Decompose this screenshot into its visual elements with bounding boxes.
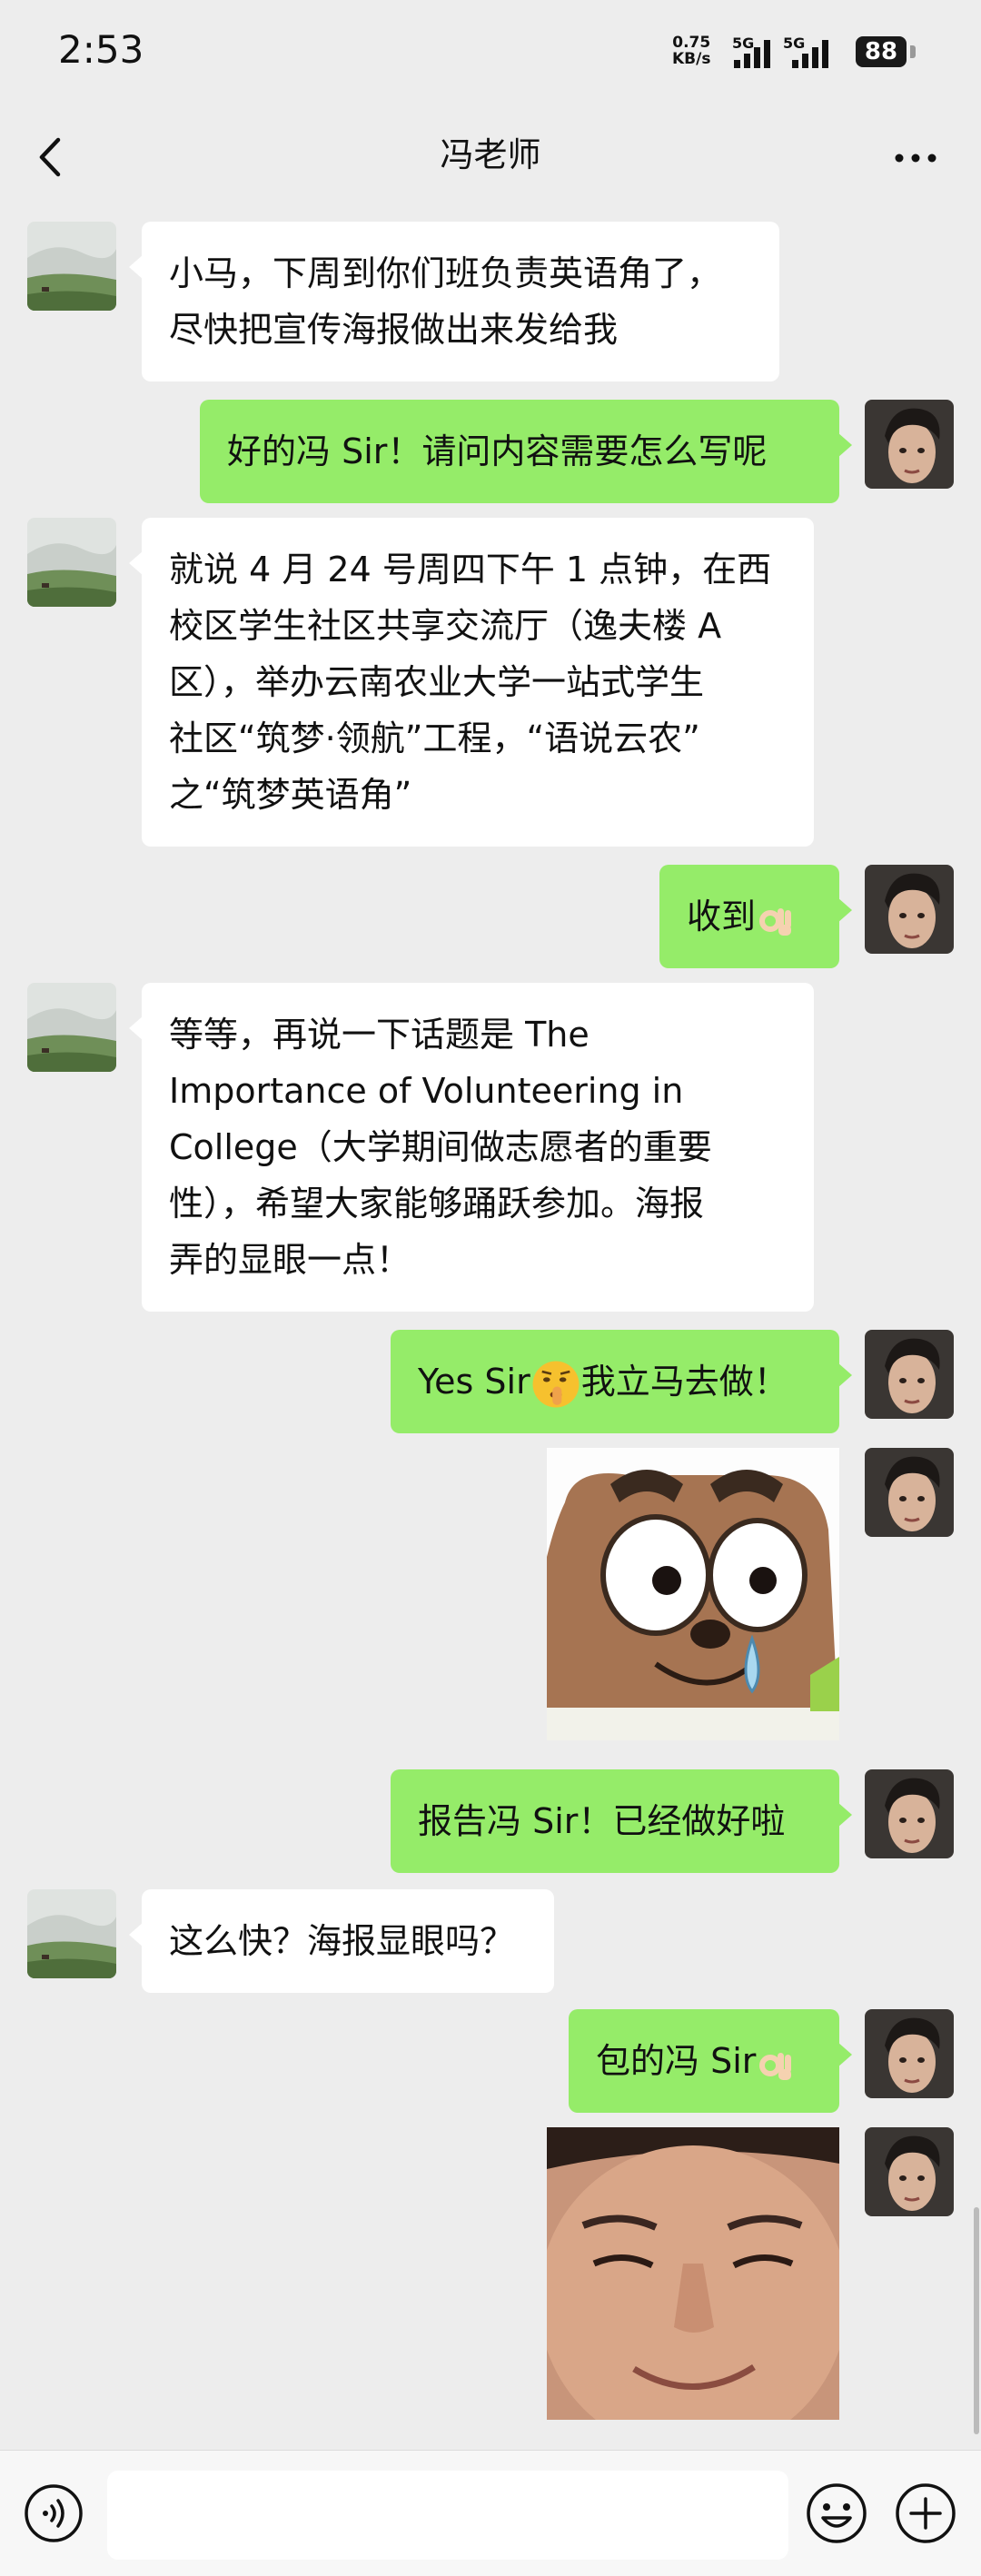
my-avatar[interactable]: [865, 2127, 954, 2216]
battery-tip: [910, 45, 916, 58]
more-options-button[interactable]: [883, 129, 948, 183]
teacher-avatar[interactable]: [27, 983, 116, 1072]
message-input[interactable]: [107, 2471, 788, 2560]
my-avatar[interactable]: [865, 865, 954, 954]
message-bubble-incoming[interactable]: 这么快？海报显眼吗？: [129, 1889, 554, 1993]
message-list[interactable]: 小马，下周到你们班负责英语角了， 尽快把宣传海报做出来发给我 好的冯 Sir！请…: [0, 207, 981, 2451]
teacher-avatar[interactable]: [27, 518, 116, 607]
teacher-avatar[interactable]: [27, 1889, 116, 1978]
network-speed-unit: KB/s: [672, 50, 711, 68]
message-bubble-outgoing[interactable]: 报告冯 Sir！已经做好啦: [391, 1769, 852, 1873]
message-text: 包的冯 Sir: [596, 2041, 757, 2081]
my-avatar[interactable]: [865, 1448, 954, 1537]
ok-hand-emoji: [759, 2052, 792, 2080]
my-avatar[interactable]: [865, 2009, 954, 2098]
message-text-after: 我立马去做！: [580, 1362, 788, 1402]
chat-title: 冯老师: [440, 135, 541, 174]
network-speed-value: 0.75: [672, 34, 711, 52]
message-bubble-incoming[interactable]: 等等，再说一下话题是 The Importance of Volunteerin…: [129, 983, 814, 1312]
plus-icon: [896, 2483, 956, 2543]
my-avatar[interactable]: [865, 1769, 954, 1858]
message-bubble-outgoing[interactable]: 好的冯 Sir！请问内容需要怎么写呢: [200, 400, 852, 503]
emoji-button[interactable]: [805, 2482, 868, 2545]
message-text-before: Yes Sir: [418, 1362, 530, 1402]
smiling-face-photo-sticker[interactable]: [547, 2127, 839, 2420]
voice-button[interactable]: [24, 2483, 84, 2543]
more-dots-icon: [895, 154, 936, 163]
ok-hand-emoji: [759, 907, 792, 936]
scrollbar[interactable]: [974, 2207, 979, 2434]
voice-input-icon: [25, 2484, 83, 2542]
battery-indicator: 88: [856, 36, 907, 67]
chat-header: 冯老师: [0, 107, 981, 207]
cartoon-bear-crying-sticker[interactable]: [547, 1448, 839, 1740]
message-bubble-outgoing[interactable]: Yes Sir 我立马去做！: [391, 1330, 852, 1433]
input-bar: [0, 2450, 981, 2576]
message-text: 收到: [687, 897, 757, 936]
status-bar: 2:53 0.75 KB/s 5G 5G 88: [0, 0, 981, 107]
message-bubble-incoming[interactable]: 小马，下周到你们班负责英语角了， 尽快把宣传海报做出来发给我: [129, 222, 779, 381]
my-avatar[interactable]: [865, 400, 954, 489]
my-avatar[interactable]: [865, 1330, 954, 1419]
emoji-icon: [807, 2483, 867, 2543]
network-speed: 0.75 KB/s: [672, 35, 710, 67]
message-bubble-outgoing[interactable]: 包的冯 Sir: [569, 2009, 852, 2113]
status-time: 2:53: [58, 27, 144, 72]
message-bubble-incoming[interactable]: 就说 4 月 24 号周四下午 1 点钟，在西 校区学生社区共享交流厅（逸夫楼 …: [129, 518, 814, 847]
shushing-face-emoji: [532, 1361, 580, 1407]
teacher-avatar[interactable]: [27, 222, 116, 311]
message-bubble-outgoing[interactable]: 收到: [659, 865, 852, 968]
more-functions-button[interactable]: [894, 2482, 957, 2545]
